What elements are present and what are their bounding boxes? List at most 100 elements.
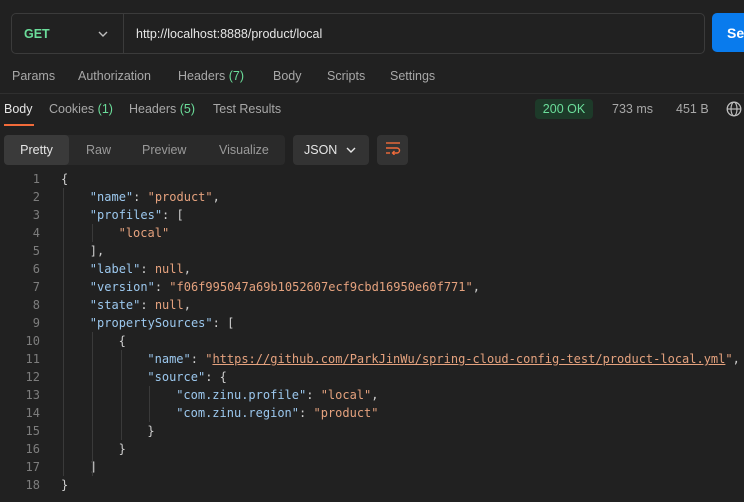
- code-line: 10 {: [0, 332, 744, 350]
- view-mode-group: Pretty Raw Preview Visualize: [4, 135, 285, 165]
- code-text: "propertySources": [: [90, 314, 235, 332]
- json-link[interactable]: https://github.com/ParkJinWu/spring-clou…: [212, 352, 725, 366]
- line-number: 17: [25, 460, 40, 474]
- line-number: 5: [32, 244, 40, 258]
- view-raw-button[interactable]: Raw: [86, 135, 111, 165]
- json-punctuation: }: [118, 442, 126, 456]
- json-punctuation: :: [140, 262, 155, 276]
- line-number: 16: [25, 442, 40, 456]
- json-value: ": [725, 352, 733, 366]
- json-key: "profiles": [89, 208, 163, 222]
- json-punctuation: :: [140, 298, 155, 312]
- tab-label: Cookies: [49, 102, 95, 116]
- code-text: "com.zinu.region": "product": [176, 404, 378, 422]
- json-punctuation: }: [147, 424, 155, 438]
- json-key: "label": [89, 262, 141, 276]
- indent-guide: [63, 188, 64, 476]
- response-body-viewer[interactable]: 1{2 "name": "product", 3 "profiles": [4 "loc…: [0, 170, 744, 494]
- response-size[interactable]: 451 B: [676, 102, 709, 116]
- json-key: "state": [89, 298, 141, 312]
- view-visualize-button[interactable]: Visualize: [219, 135, 269, 165]
- view-pretty-button[interactable]: Pretty: [4, 135, 69, 165]
- code-text: "version": "f06f995047a69b1052607ecf9cbd…: [90, 278, 480, 296]
- code-text: }: [61, 476, 68, 494]
- line-number: 1: [32, 172, 40, 186]
- code-text: "profiles": [: [90, 206, 184, 224]
- format-select[interactable]: JSON: [293, 135, 369, 165]
- tab-label: Scripts: [327, 69, 366, 83]
- code-text: "local": [119, 224, 170, 242]
- line-number: 2: [32, 190, 40, 204]
- code-line: 4 "local": [0, 224, 744, 242]
- active-tab-indicator: [4, 124, 34, 126]
- tab-params[interactable]: Params: [12, 69, 55, 83]
- code-line: 5],: [0, 242, 744, 260]
- json-punctuation: {: [118, 334, 126, 348]
- line-number: 13: [25, 388, 40, 402]
- code-line: 13 "com.zinu.profile": "local",: [0, 386, 744, 404]
- wrap-lines-button[interactable]: [377, 135, 408, 165]
- json-punctuation: : [: [212, 316, 235, 330]
- chevron-down-icon: [97, 28, 109, 40]
- response-tab-cookies[interactable]: Cookies (1): [49, 102, 113, 116]
- json-punctuation: :: [299, 406, 314, 420]
- line-number: 11: [25, 352, 40, 366]
- status-badge[interactable]: 200 OK: [535, 99, 593, 119]
- json-value: "local": [118, 226, 170, 240]
- view-preview-button[interactable]: Preview: [142, 135, 186, 165]
- wrap-lines-icon: [385, 141, 401, 160]
- json-punctuation: :: [190, 352, 206, 366]
- response-tab-test-results[interactable]: Test Results: [213, 102, 281, 116]
- code-line: 1{: [0, 170, 744, 188]
- tab-headers[interactable]: Headers (7): [178, 69, 244, 83]
- code-text: "com.zinu.profile": "local",: [176, 386, 378, 404]
- tab-label: Test Results: [213, 102, 282, 116]
- json-key: "name": [89, 190, 134, 204]
- json-punctuation: {: [61, 172, 69, 186]
- json-key: "source": [147, 370, 206, 384]
- code-text: }: [147, 422, 154, 440]
- indent-guide: [149, 386, 151, 422]
- response-tab-body[interactable]: Body: [4, 102, 33, 116]
- view-label: Preview: [142, 143, 187, 157]
- json-value: "product": [147, 190, 213, 204]
- code-line: 16}: [0, 440, 744, 458]
- view-label: Visualize: [219, 143, 269, 157]
- tab-settings[interactable]: Settings: [390, 69, 435, 83]
- json-key: "propertySources": [89, 316, 213, 330]
- json-punctuation: : {: [205, 370, 227, 384]
- json-punctuation: ],: [89, 244, 105, 258]
- line-number: 18: [25, 478, 40, 492]
- line-number: 4: [32, 226, 40, 240]
- code-text: "label": null,: [90, 260, 191, 278]
- send-button[interactable]: Se: [712, 13, 744, 52]
- method-select[interactable]: GET: [12, 14, 124, 53]
- tab-body[interactable]: Body: [273, 69, 302, 83]
- tab-label: Body: [4, 102, 33, 116]
- response-tab-headers[interactable]: Headers (5): [129, 102, 195, 116]
- response-time[interactable]: 733 ms: [612, 102, 653, 116]
- code-line: 11 "name": "https://github.com/ParkJinWu/…: [0, 350, 744, 368]
- url-input[interactable]: http://localhost:8888/product/local: [124, 27, 322, 41]
- code-text: }: [119, 440, 126, 458]
- code-line: 7 "version": "f06f995047a69b1052607ecf9cb…: [0, 278, 744, 296]
- code-line: 9 "propertySources": [: [0, 314, 744, 332]
- code-line: 14 "com.zinu.region": "product": [0, 404, 744, 422]
- json-punctuation: ,: [183, 298, 191, 312]
- indent-guide: [91, 332, 93, 476]
- tab-count: (1): [97, 102, 113, 116]
- line-number: 6: [32, 262, 40, 276]
- json-punctuation: :: [154, 280, 170, 294]
- json-punctuation: ,: [371, 388, 379, 402]
- code-text: ],: [90, 242, 104, 260]
- view-label: Raw: [86, 143, 112, 157]
- line-number: 9: [32, 316, 40, 330]
- json-punctuation: ,: [183, 262, 191, 276]
- globe-icon[interactable]: [726, 101, 742, 117]
- json-value: "f06f995047a69b1052607ecf9cbd16950e60f77…: [169, 280, 473, 294]
- tab-authorization[interactable]: Authorization: [78, 69, 151, 83]
- code-line: 15}: [0, 422, 744, 440]
- tab-scripts[interactable]: Scripts: [327, 69, 365, 83]
- tab-count: (7): [228, 69, 245, 83]
- method-label: GET: [24, 26, 50, 41]
